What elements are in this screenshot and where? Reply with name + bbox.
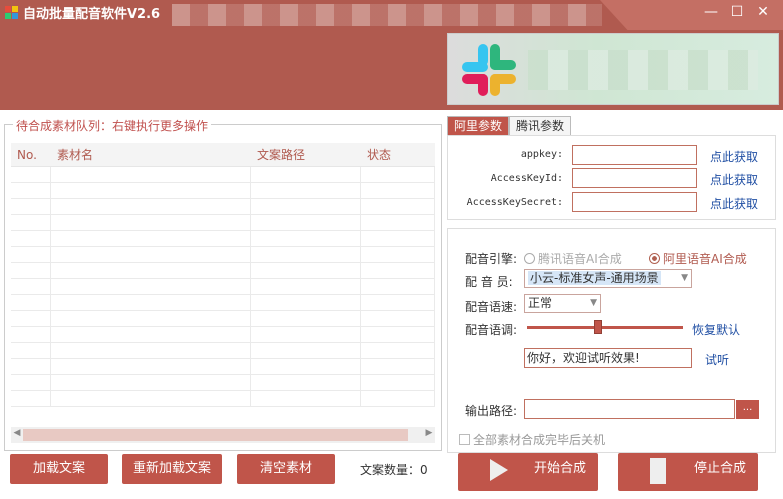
chevron-down-icon: ▼ [681,273,688,283]
appkey-get-link[interactable]: 点此获取 [710,148,758,165]
accesskeysecret-label: AccessKeySecret: [466,197,563,208]
start-synthesis-button[interactable]: 开始合成 [458,453,598,491]
accesskeysecret-get-link[interactable]: 点此获取 [710,195,758,212]
accesskeyid-label: AccessKeyId: [490,173,563,184]
col-name[interactable]: 素材名 [51,143,251,166]
speaker-label: 配 音 员: [465,275,513,289]
chevron-down-icon: ▼ [590,298,597,308]
table-row [11,215,435,231]
stop-icon [650,458,666,484]
output-path-input[interactable] [524,399,735,419]
table-body [11,167,435,407]
reset-default-link[interactable]: 恢复默认 [692,321,740,338]
accesskeysecret-input[interactable] [572,192,697,212]
close-button[interactable]: ✕ [752,2,774,22]
table-row [11,247,435,263]
stop-synthesis-button[interactable]: 停止合成 [618,453,758,491]
engine-radio-tencent[interactable]: 腾讯语音AI合成 [524,250,622,267]
slider-handle[interactable] [594,320,602,334]
voice-settings-panel: 配音引擎: 腾讯语音AI合成 阿里语音AI合成 配 音 员: 小云-标准女声-通… [447,228,776,453]
horizontal-scrollbar[interactable]: ◀ ▶ [11,427,435,443]
minimize-button[interactable]: — [700,2,722,22]
pitch-label: 配音语调: [465,323,518,337]
script-count: 文案数量：0 [360,463,428,477]
browse-button[interactable]: ... [736,400,759,419]
table-row [11,199,435,215]
tab-tencent[interactable]: 腾讯参数 [509,116,572,136]
scroll-left-icon[interactable]: ◀ [11,428,23,438]
accesskeyid-input[interactable] [572,168,697,188]
load-script-button[interactable]: 加载文案 [10,454,108,484]
checkbox-icon [459,434,470,445]
tab-ali[interactable]: 阿里参数 [447,116,510,136]
preview-text-input[interactable]: 你好，欢迎试听效果! [524,348,692,368]
queue-legend: 待合成素材队列：右键执行更多操作 [13,117,212,134]
param-tabs: 阿里参数 腾讯参数 [447,116,572,136]
table-row [11,375,435,391]
table-row [11,391,435,407]
speaker-select[interactable]: 小云-标准女声-通用场景 ▼ [524,269,692,288]
engine-label: 配音引擎: [465,252,518,266]
table-row [11,359,435,375]
appkey-input[interactable] [572,145,697,165]
engine-radio-ali[interactable]: 阿里语音AI合成 [649,250,747,267]
table-row [11,263,435,279]
table-row [11,183,435,199]
reload-script-button[interactable]: 重新加载文案 [122,454,222,484]
slack-logo-icon [462,44,516,96]
table-row [11,231,435,247]
clear-material-button[interactable]: 清空素材 [237,454,335,484]
table-row [11,167,435,183]
window-title: 自动批量配音软件V2.6 [23,7,161,22]
accesskeyid-get-link[interactable]: 点此获取 [710,171,758,188]
output-path-label: 输出路径: [465,404,518,418]
table-row [11,327,435,343]
blurred-region [172,4,602,26]
table-row [11,295,435,311]
title-bar: 自动批量配音软件V2.6 — ☐ ✕ [0,0,783,110]
scrollbar-thumb[interactable] [23,429,408,441]
pitch-slider[interactable] [527,320,683,334]
speed-label: 配音语速: [465,300,518,314]
table-row [11,343,435,359]
col-path[interactable]: 文案路径 [251,143,361,166]
shutdown-checkbox[interactable]: 全部素材合成完毕后关机 [459,431,605,448]
scroll-right-icon[interactable]: ▶ [423,428,435,438]
app-icon [5,6,18,19]
radio-icon [524,253,535,264]
radio-icon [649,253,660,264]
queue-group: 待合成素材队列：右键执行更多操作 No. 素材名 文案路径 状态 ◀ ▶ [4,117,442,451]
ad-banner[interactable] [447,33,779,105]
queue-table[interactable]: No. 素材名 文案路径 状态 [11,143,435,415]
col-no[interactable]: No. [11,143,51,166]
table-header: No. 素材名 文案路径 状态 [11,143,435,167]
col-status[interactable]: 状态 [361,143,435,166]
ali-params-panel: appkey: 点此获取 AccessKeyId: 点此获取 AccessKey… [447,135,776,220]
speed-select[interactable]: 正常 ▼ [524,294,601,313]
table-row [11,311,435,327]
preview-link[interactable]: 试听 [705,351,729,368]
appkey-label: appkey: [520,149,563,160]
play-icon [490,459,508,481]
maximize-button[interactable]: ☐ [726,2,748,22]
table-row [11,279,435,295]
